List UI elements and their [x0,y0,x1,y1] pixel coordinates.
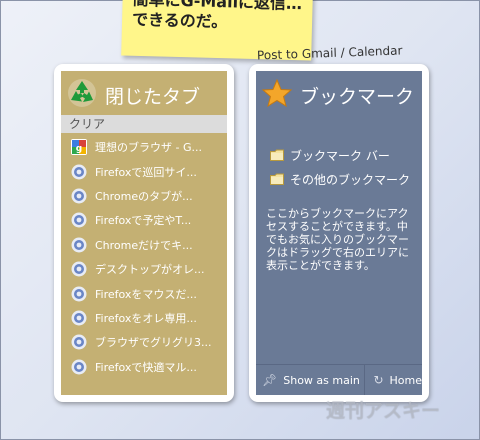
closed-tabs-list: g 理想のブラウザ - G... Firefoxで巡回サイ... Chromeの… [61,135,227,379]
closed-tab-item[interactable]: Firefoxをオレ専用... [61,306,227,330]
closed-tab-label: Firefoxをオレ専用... [95,311,197,325]
show-as-main-label: Show as main [283,373,360,387]
bookmarks-header: ブックマーク [256,71,422,115]
closed-tab-item[interactable]: g 理想のブラウザ - G... [61,135,227,159]
closed-tab-label: Firefoxで快適マル... [95,360,197,374]
closed-tab-item[interactable]: Firefoxで快適マル... [61,355,227,379]
globe-favicon-icon [71,359,87,375]
star-icon [262,79,292,107]
globe-favicon-icon [71,334,87,350]
globe-favicon-icon [71,286,87,302]
bookmark-folder-other[interactable]: その他のブックマーク [270,167,410,191]
home-button[interactable]: ↻ Home [365,365,422,395]
closed-tab-label: Firefoxをマウスだ... [95,287,197,301]
home-label: Home [389,373,422,387]
closed-tab-item[interactable]: Firefoxで巡回サイ... [61,159,227,183]
closed-tab-label: 理想のブラウザ - G... [95,141,202,155]
bookmark-folder-bar[interactable]: ブックマーク バー [270,143,410,167]
globe-favicon-icon [71,164,87,180]
closed-tab-label: デスクトップがオレ... [95,263,205,277]
clear-button[interactable]: クリア [61,115,227,133]
closed-tab-item[interactable]: Chromeだけでキ... [61,233,227,257]
closed-tab-item[interactable]: Chromeのタブが... [61,184,227,208]
home-arrow-icon: ↻ [373,373,384,387]
recycle-icon [68,79,96,107]
closed-tabs-panel: 閉じたタブ クリア g 理想のブラウザ - G... Firefoxで巡回サイ.… [54,64,234,402]
pin-icon: 📌︎ [262,373,278,387]
bookmark-folder-label: ブックマーク バー [290,148,390,163]
globe-favicon-icon [71,212,87,228]
closed-tab-item[interactable]: ブラウザでグリグリ3... [61,330,227,354]
closed-tab-label: ブラウザでグリグリ3... [95,336,212,350]
closed-tab-label: Chromeだけでキ... [95,238,193,252]
globe-favicon-icon [71,188,87,204]
closed-tabs-header: 閉じたタブ [61,71,227,115]
bookmarks-footer: 📌︎ Show as main ↻ Home [256,364,422,395]
closed-tab-label: Firefoxで予定やT... [95,214,192,228]
bookmark-folder-label: その他のブックマーク [290,172,411,187]
closed-tab-label: Firefoxで巡回サイ... [95,165,197,179]
google-favicon-icon: g [71,139,87,156]
bookmarks-help-text: ここからブックマークにアクセスすることができます。中でもお気に入りのブックマーク… [266,207,409,272]
globe-favicon-icon [71,261,87,277]
closed-tab-item[interactable]: デスクトップがオレ... [61,257,227,281]
bookmarks-panel: ブックマーク ブックマーク バー その他のブックマーク ここからブックマークにア… [249,64,429,402]
globe-favicon-icon [71,310,87,326]
globe-favicon-icon [71,237,87,253]
closed-tab-label: Chromeのタブが... [95,189,193,203]
show-as-main-button[interactable]: 📌︎ Show as main [256,365,366,395]
closed-tab-item[interactable]: Firefoxで予定やT... [61,208,227,232]
closed-tab-item[interactable]: Firefoxをマウスだ... [61,281,227,305]
svg-text:g: g [76,144,82,154]
closed-tabs-title: 閉じたタブ [105,86,201,108]
folder-icon [270,149,284,161]
watermark-logo: 週刊アスキー [326,400,441,422]
bookmarks-title: ブックマーク [300,86,415,108]
folder-icon [270,173,284,185]
bookmark-folder-list: ブックマーク バー その他のブックマーク [270,143,410,191]
